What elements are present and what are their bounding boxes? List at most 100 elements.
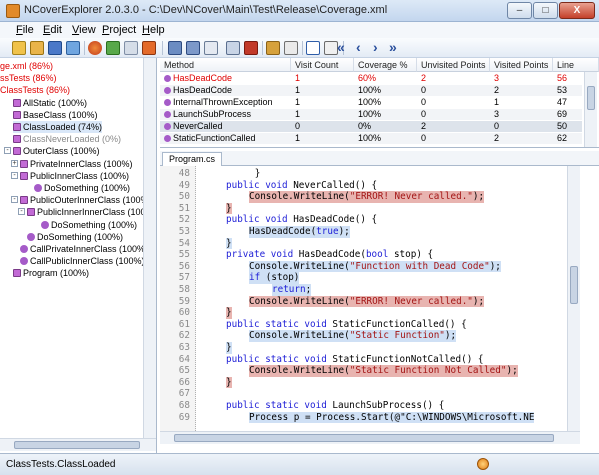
tree-node[interactable]: PublicInnerInnerClass (100%) <box>27 206 156 218</box>
class-icon <box>13 110 21 119</box>
column-header-method[interactable]: Method <box>160 58 291 72</box>
menu-view[interactable]: View <box>72 24 96 36</box>
grid-cell: 0 <box>421 133 426 144</box>
properties-icon[interactable] <box>324 41 338 55</box>
tree-node[interactable]: CallPublicInnerClass (100%) <box>20 255 145 267</box>
tree-node[interactable]: ge.xml (86%) <box>0 60 53 72</box>
toolbar-separator <box>84 41 85 55</box>
tree-node[interactable]: DoSomething (100%) <box>41 219 137 231</box>
code-vertical-scrollbar[interactable] <box>567 166 580 431</box>
status-bar: ClassTests.ClassLoaded <box>0 453 599 475</box>
options-icon[interactable] <box>142 41 156 55</box>
menu-file[interactable]: File <box>16 24 34 36</box>
previous-unvisited-icon[interactable]: ‹ <box>356 39 361 55</box>
column-header-coverage[interactable]: Coverage % <box>354 58 417 72</box>
method-icon <box>41 220 49 229</box>
tree-node[interactable]: ClassNeverLoaded (0%) <box>13 133 121 145</box>
grid-row[interactable]: StaticFunctionCalled 1 100% 0 2 62 <box>160 133 582 144</box>
tree-node-label: DoSomething (100%) <box>44 183 131 193</box>
tab-program-cs[interactable]: Program.cs <box>162 152 223 166</box>
tree-node-label: PublicInnerClass (100%) <box>30 170 130 181</box>
tree-node[interactable]: DoSomething (100%) <box>27 231 123 243</box>
grid-row[interactable]: InternalThrownException 1 100% 0 1 47 <box>160 97 582 108</box>
tree-node-label: ClassNeverLoaded (0%) <box>23 134 122 145</box>
grid-row[interactable]: HasDeadCode 1 60% 2 3 56 <box>160 73 582 84</box>
tree-node-label: PublicOuterInnerClass (100%) <box>30 195 152 206</box>
grid-row[interactable]: LaunchSubProcess 1 100% 0 3 69 <box>160 109 582 120</box>
tree-node[interactable]: PublicInnerClass (100%) <box>20 170 129 182</box>
next-unvisited-icon[interactable]: › <box>373 39 378 55</box>
column-header-visit-count[interactable]: Visit Count <box>291 58 354 72</box>
save-icon[interactable] <box>48 41 62 55</box>
tree-node[interactable]: AllStatic (100%) <box>13 97 87 109</box>
tree-scroll-thumb[interactable] <box>14 441 140 449</box>
exclusions-icon[interactable] <box>168 41 182 55</box>
grid-cell-text: 3 <box>494 73 500 83</box>
collapse-icon[interactable]: - <box>4 147 11 155</box>
menu-edit[interactable]: Edit <box>43 24 62 36</box>
column-header-line[interactable]: Line <box>553 58 599 72</box>
menu-project[interactable]: Project <box>102 24 136 36</box>
minimize-button[interactable]: – <box>507 2 532 19</box>
filter-icon[interactable] <box>186 41 200 55</box>
tree-node[interactable]: CallPrivateInnerClass (100%) <box>20 243 148 255</box>
tree-node-label: CallPublicInnerClass (100%) <box>30 256 145 267</box>
tree-node[interactable]: BaseClass (100%) <box>13 109 98 121</box>
collapse-icon[interactable]: - <box>11 196 18 204</box>
tree-vertical-scrollbar[interactable] <box>143 58 156 441</box>
tree-node[interactable]: OuterClass (100%) <box>13 145 100 157</box>
collapse-icon[interactable]: - <box>18 208 25 216</box>
sort-coverage-icon[interactable] <box>244 41 258 55</box>
column-header-unvisited-points[interactable]: Unvisited Points <box>417 58 490 72</box>
expand-icon[interactable]: + <box>11 159 18 167</box>
collapse-icon[interactable]: - <box>11 171 18 179</box>
find-icon[interactable] <box>124 41 138 55</box>
code-line: public void HasDeadCode() { <box>226 214 378 226</box>
code-horizontal-scrollbar[interactable] <box>160 431 580 444</box>
close-button[interactable]: X <box>559 2 595 19</box>
tree-node[interactable]: ClassLoaded (74%) <box>13 121 103 133</box>
methods-grid[interactable]: Method Visit Count Coverage % Unvisited … <box>160 58 599 148</box>
source-code-view[interactable]: 48 } 49 public void NeverCalled() {50 Conso… <box>160 166 599 444</box>
ncover-icon[interactable] <box>88 41 102 55</box>
line-number: 51 <box>178 202 190 214</box>
grid-row[interactable]: HasDeadCode 1 100% 0 2 53 <box>160 85 582 96</box>
reload-icon[interactable] <box>66 41 80 55</box>
filter-active-icon[interactable] <box>204 41 218 55</box>
grid-cell-text: 100% <box>358 97 382 107</box>
new-project-icon[interactable] <box>12 41 26 55</box>
grid-cell-text: 3 <box>494 109 500 119</box>
sort-name-icon[interactable] <box>226 41 240 55</box>
tree-node[interactable]: PrivateInnerClass (100%) <box>20 158 133 170</box>
tree-node[interactable]: DoSomething (100%) <box>34 182 130 194</box>
grid-scroll-thumb[interactable] <box>587 86 595 110</box>
last-unvisited-icon[interactable]: » <box>389 39 397 55</box>
grid-row[interactable]: NeverCalled 0 0% 2 0 50 <box>160 121 582 132</box>
grid-cell: 47 <box>557 97 567 108</box>
open-folder-icon[interactable] <box>30 41 44 55</box>
html-report-icon[interactable] <box>284 41 298 55</box>
first-unvisited-icon[interactable]: « <box>337 39 345 55</box>
grid-cell-text: HasDeadCode <box>173 73 233 83</box>
report-icon[interactable] <box>266 41 280 55</box>
column-header-visited-points[interactable]: Visited Points <box>490 58 553 72</box>
code-scroll-thumb[interactable] <box>570 266 578 304</box>
layout-icon[interactable] <box>306 41 320 55</box>
coverage-tree-panel[interactable]: ge.xml (86%) ssTests (86%) ClassTests (86%… <box>0 58 157 453</box>
grid-cell-text: 1 <box>295 133 301 143</box>
grid-vertical-scrollbar[interactable] <box>584 72 597 147</box>
maximize-button[interactable]: □ <box>533 2 558 19</box>
run-icon[interactable] <box>106 41 120 55</box>
tree-node[interactable]: ssTests (86%) <box>0 72 57 84</box>
grid-cell-text: 62 <box>557 133 568 143</box>
grid-cell: 100% <box>358 133 381 144</box>
tree-node[interactable]: ClassTests (86%) <box>0 84 70 96</box>
tree-node-label: DoSomething (100%) <box>37 231 124 242</box>
code-hscroll-thumb[interactable] <box>174 434 554 442</box>
tree-node-label: BaseClass (100%) <box>23 109 98 120</box>
tree-node[interactable]: Program (100%) <box>13 267 89 279</box>
tree-node[interactable]: PublicOuterInnerClass (100%) <box>20 194 152 206</box>
tree-horizontal-scrollbar[interactable] <box>0 438 156 451</box>
grid-cell-text: 69 <box>557 109 568 119</box>
menu-help[interactable]: Help <box>142 24 165 36</box>
